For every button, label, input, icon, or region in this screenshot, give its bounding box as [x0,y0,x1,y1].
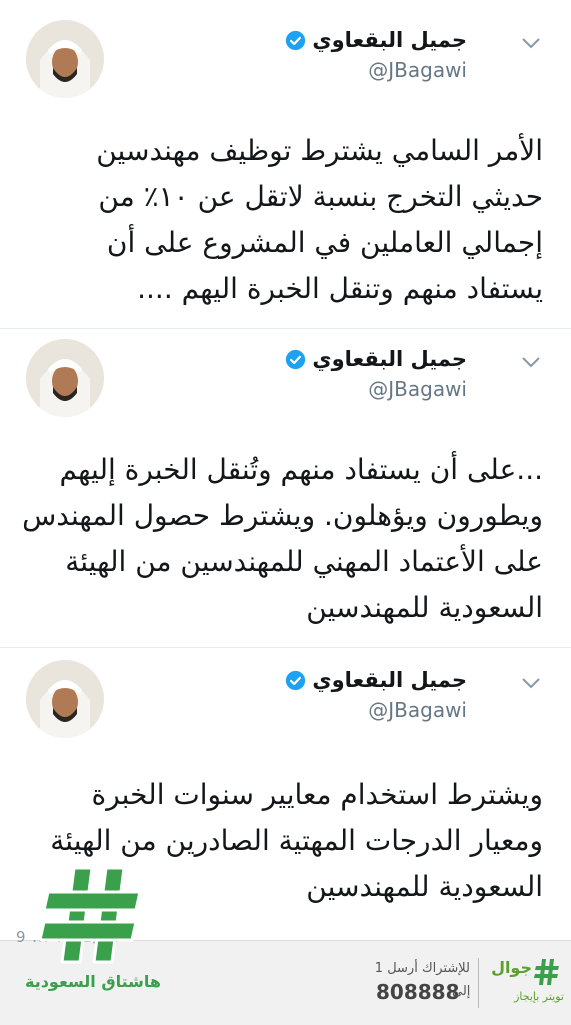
tweet-text: الأمر السامي يشترط توظيف مهندسين حديثي ا… [96,134,543,305]
avatar[interactable] [26,20,104,98]
author-handle[interactable]: @JBagawi [368,58,467,82]
subscribe-number: 808888 [376,980,460,1004]
avatar[interactable] [26,660,104,738]
verified-badge-icon [286,30,306,50]
author-name-row: جميل البقعاوي [285,28,467,52]
verified-badge-icon [286,670,306,690]
chevron-down-icon[interactable] [520,36,542,50]
hashtag-caption: هاشتاق السعودية [24,972,161,991]
author-name[interactable]: جميل البقعاوي [312,28,467,52]
author-name[interactable]: جميل البقعاوي [312,347,467,371]
author-handle[interactable]: @JBagawi [368,377,467,401]
tweet-text: ...على أن يستفاد منهم وتُنقل الخبرة إليه… [22,453,543,624]
divider [478,958,479,1008]
author-handle[interactable]: @JBagawi [368,698,467,722]
chevron-down-icon[interactable] [520,676,542,690]
avatar[interactable] [26,339,104,417]
tweet-1[interactable]: جميل البقعاوي @JBagawi الأمر السامي يشتر… [0,0,571,328]
chevron-down-icon[interactable] [520,355,542,369]
author-name-row: جميل البقعاوي [285,347,467,371]
jawal-logo-icon [534,959,559,985]
verified-badge-icon [286,349,306,369]
author-name[interactable]: جميل البقعاوي [312,668,467,692]
carrier-name: جوال [491,958,532,977]
subscribe-to-label: إلى [452,984,471,999]
carrier-tagline: تويتر بإيجاز [514,990,564,1003]
hashtag-logo-icon [40,866,142,964]
tweet-2[interactable]: جميل البقعاوي @JBagawi ...على أن يستفاد … [0,329,571,647]
author-name-row: جميل البقعاوي [285,668,467,692]
subscribe-text: للإشتراك أرسل 1 [374,961,470,976]
